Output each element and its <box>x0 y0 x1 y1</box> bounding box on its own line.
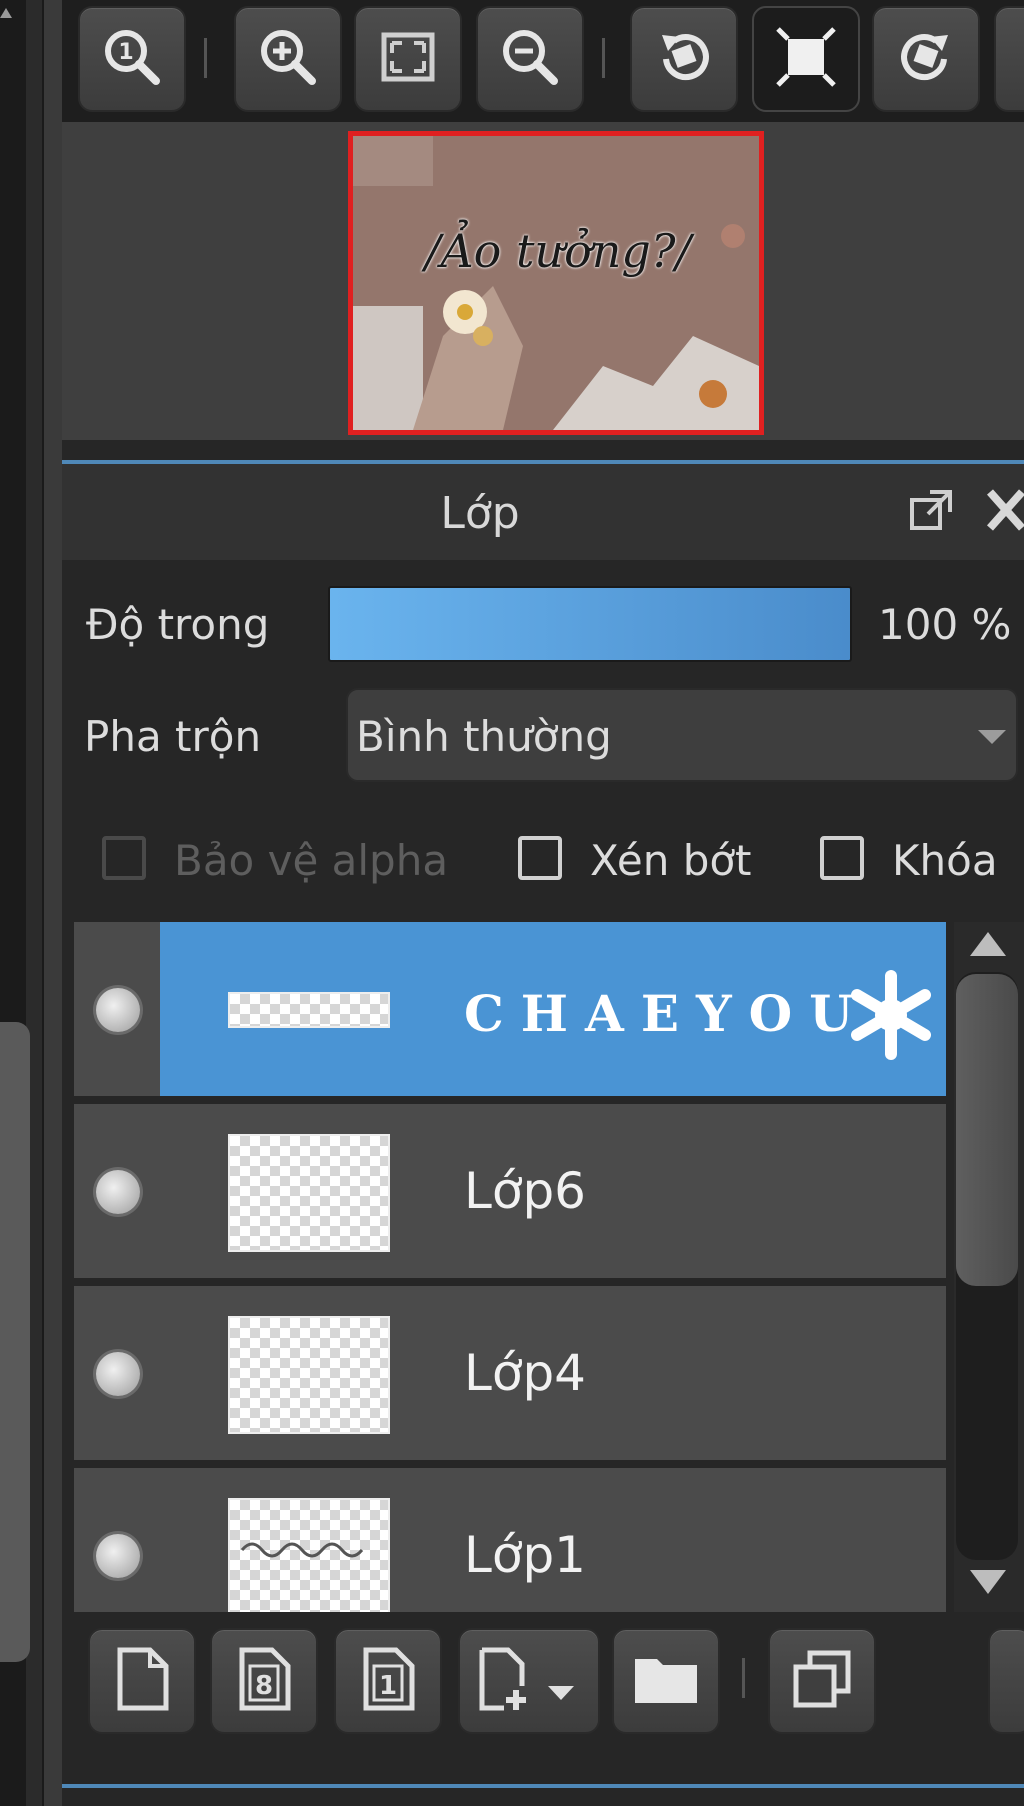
clipping-checkbox[interactable] <box>518 836 562 880</box>
app-root: { "toolbar": { "buttons": [ {"name": "zo… <box>0 0 1024 1806</box>
layer-name: Lớp6 <box>464 1162 586 1220</box>
svg-text:1: 1 <box>118 40 133 65</box>
chevron-down-icon <box>978 730 1006 744</box>
fit-screen-icon <box>376 25 440 93</box>
svg-text:1: 1 <box>379 1671 397 1701</box>
lock-checkbox[interactable] <box>820 836 864 880</box>
bottom-overflow-button[interactable] <box>988 1628 1024 1734</box>
visibility-toggle[interactable] <box>74 922 160 1096</box>
opacity-value: 100 % <box>878 600 1012 649</box>
zoom-fit-button[interactable] <box>354 6 462 112</box>
new-layer-button[interactable] <box>88 1628 196 1734</box>
toolbar-overflow-button[interactable] <box>994 6 1024 112</box>
blend-mode-select[interactable]: Bình thường <box>346 688 1018 782</box>
layer-thumbnail <box>228 1498 390 1612</box>
opacity-slider[interactable] <box>328 586 852 662</box>
visibility-toggle[interactable] <box>74 1286 160 1460</box>
navigator-preview[interactable]: /Ảo tưởng?/ <box>348 131 764 435</box>
panel-gap <box>62 440 1024 460</box>
panel-bottom-border <box>62 1784 1024 1788</box>
opacity-label: Độ trong <box>86 600 270 649</box>
toolbar-separator <box>204 38 207 78</box>
add-page-dropdown-icon <box>474 1646 584 1716</box>
left-scrollbar-thumb[interactable] <box>0 1022 30 1662</box>
zoom-in-icon <box>256 25 320 93</box>
protect-alpha-checkbox[interactable] <box>102 836 146 880</box>
rotate-left-button[interactable] <box>630 6 738 112</box>
layer-row-lop4[interactable]: Lớp4 <box>74 1286 946 1464</box>
layer-thumbnail <box>228 1316 390 1434</box>
protect-alpha-label: Bảo vệ alpha <box>174 836 449 885</box>
svg-text:8: 8 <box>255 1671 273 1701</box>
page-8-icon: 8 <box>234 1646 294 1716</box>
page-1-icon: 1 <box>358 1646 418 1716</box>
layer-panel-header <box>62 464 1024 560</box>
left-scroll-up-icon[interactable] <box>0 8 12 18</box>
add-layer-menu-button[interactable] <box>458 1628 600 1734</box>
undock-icon[interactable] <box>906 486 956 540</box>
panel-splitter[interactable] <box>42 0 64 1806</box>
layer-name: CHAEYOU <box>464 984 870 1043</box>
new-folder-button[interactable] <box>612 1628 720 1734</box>
clipping-label: Xén bớt <box>590 836 752 885</box>
layer-name: Lớp1 <box>464 1526 586 1584</box>
rotate-right-button[interactable] <box>872 6 980 112</box>
thumbnail-scribble <box>240 1542 364 1558</box>
visibility-dot-icon <box>96 1352 140 1396</box>
zoom-actual-size-button[interactable]: 1 <box>78 6 186 112</box>
layer-row-chaeyou[interactable]: CHAEYOU <box>74 922 946 1100</box>
fit-canvas-icon <box>774 25 838 93</box>
blend-mode-value: Bình thường <box>356 712 612 761</box>
new-1bit-layer-button[interactable]: 1 <box>334 1628 442 1734</box>
layer-list: CHAEYOU Lớp6 Lớp4 Lớp1 <box>74 922 946 1612</box>
visibility-dot-icon <box>96 1170 140 1214</box>
fit-canvas-button[interactable] <box>752 6 860 112</box>
duplicate-layer-button[interactable] <box>768 1628 876 1734</box>
zoom-1-icon: 1 <box>100 25 164 93</box>
scroll-down-icon[interactable] <box>970 1570 1006 1594</box>
layer-panel-title: Lớp <box>440 488 520 539</box>
new-page-icon <box>112 1646 172 1716</box>
lock-label: Khóa <box>892 836 998 885</box>
view-toolbar: 1 <box>62 0 1024 122</box>
layer-thumbnail <box>228 992 390 1028</box>
layer-row-lop6[interactable]: Lớp6 <box>74 1104 946 1282</box>
blend-mode-label: Pha trộn <box>84 712 262 761</box>
visibility-dot-icon <box>96 1534 140 1578</box>
layer-row-lop1[interactable]: Lớp1 <box>74 1468 946 1612</box>
preview-artwork <box>353 136 759 430</box>
rotate-right-icon <box>894 25 958 93</box>
duplicate-icon <box>790 1647 854 1715</box>
visibility-toggle[interactable] <box>74 1468 160 1612</box>
zoom-in-button[interactable] <box>234 6 342 112</box>
visibility-dot-icon <box>96 988 140 1032</box>
new-8bit-layer-button[interactable]: 8 <box>210 1628 318 1734</box>
layer-name: Lớp4 <box>464 1344 586 1402</box>
zoom-out-icon <box>498 25 562 93</box>
preview-text: /Ảo tưởng?/ <box>424 224 692 278</box>
bottom-separator <box>742 1658 745 1698</box>
close-icon[interactable] <box>982 484 1024 540</box>
snowflake-icon <box>846 970 936 1064</box>
zoom-out-button[interactable] <box>476 6 584 112</box>
scrollbar-thumb[interactable] <box>956 974 1018 1286</box>
visibility-toggle[interactable] <box>74 1104 160 1278</box>
rotate-left-icon <box>652 25 716 93</box>
scroll-up-icon[interactable] <box>970 932 1006 956</box>
folder-icon <box>631 1651 701 1711</box>
layer-thumbnail <box>228 1134 390 1252</box>
toolbar-separator <box>602 38 605 78</box>
